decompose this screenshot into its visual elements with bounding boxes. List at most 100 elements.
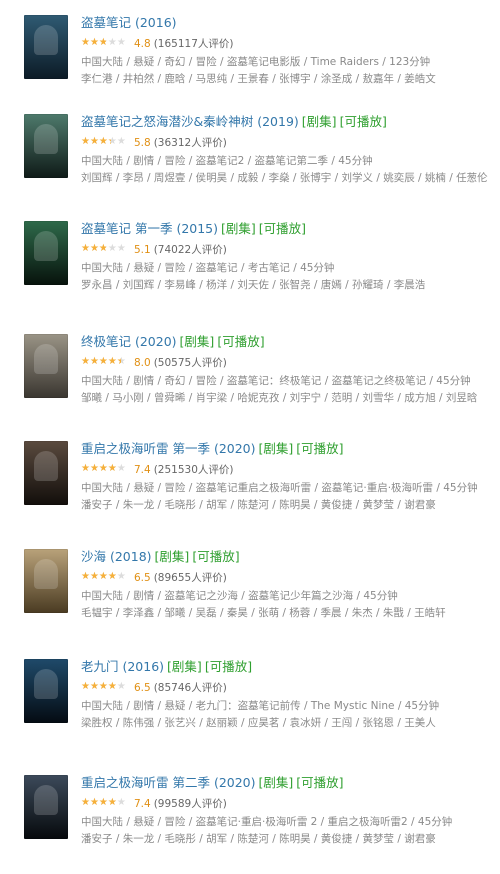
result-title: 重启之极海听雷 第二季 (2020) [剧集] [可播放]	[81, 775, 492, 793]
meta-cast: 潘安子 / 朱一龙 / 毛晓彤 / 胡军 / 陈楚河 / 陈明昊 / 黄俊捷 /…	[81, 833, 436, 845]
tag-series[interactable]: [剧集]	[259, 441, 294, 456]
poster-figure	[34, 344, 58, 374]
rating-score: 6.5	[134, 572, 151, 584]
meta-genres: 中国大陆 / 剧情 / 奇幻 / 冒险 / 盗墓笔记：终极笔记 / 盗墓笔记之终…	[81, 375, 471, 387]
meta-genres: 中国大陆 / 悬疑 / 奇幻 / 冒险 / 盗墓笔记电影版 / Time Rai…	[81, 56, 431, 68]
tag-series[interactable]: [剧集]	[259, 775, 294, 790]
tag-series[interactable]: [剧集]	[155, 549, 190, 564]
meta-genres: 中国大陆 / 悬疑 / 冒险 / 盗墓笔记重启之极海听雷 / 盗墓笔记·重启·极…	[81, 482, 478, 494]
rating-stars: ★★★★★★★★★★	[81, 356, 126, 367]
rating-score: 7.4	[134, 464, 151, 476]
rating-score: 6.5	[134, 682, 151, 694]
tag-playable[interactable]: [可播放]	[205, 659, 252, 674]
result-title: 盗墓笔记 (2016)	[81, 15, 492, 33]
rating-votes: (89655人评价)	[153, 572, 227, 584]
meta-cast: 刘国辉 / 李昂 / 周煜壹 / 侯明昊 / 成毅 / 李燊 / 张博宇 / 刘…	[81, 172, 488, 184]
tag-series[interactable]: [剧集]	[221, 221, 256, 236]
meta-cast: 梁胜权 / 陈伟强 / 张艺兴 / 赵丽颖 / 应昊茗 / 袁冰妍 / 王闯 /…	[81, 717, 436, 729]
rating-score: 7.4	[134, 798, 151, 810]
title-link[interactable]: 终极笔记 (2020)	[81, 334, 177, 349]
result-item: 盗墓笔记 (2016) ★★★★★★★★★★ 4.8(165117人评价) 中国大…	[0, 15, 500, 99]
result-item: 老九门 (2016)[剧集][可播放] ★★★★★★★★★★ 6.5(85746人…	[0, 659, 500, 743]
rating-stars: ★★★★★★★★★★	[81, 37, 126, 48]
poster-figure	[34, 231, 58, 261]
rating-votes: (74022人评价)	[153, 244, 227, 256]
result-title: 老九门 (2016) [剧集] [可播放]	[81, 659, 492, 677]
search-results-list: 盗墓笔记 (2016) ★★★★★★★★★★ 4.8(165117人评价) 中国大…	[0, 0, 500, 874]
tag-playable[interactable]: [可播放]	[217, 334, 264, 349]
result-title: 重启之极海听雷 第一季 (2020) [剧集] [可播放]	[81, 441, 492, 459]
meta-cast: 罗永昌 / 刘国辉 / 李易峰 / 杨洋 / 刘天佐 / 张智尧 / 唐嫣 / …	[81, 279, 426, 291]
rating-score: 5.1	[134, 244, 151, 256]
tag-playable[interactable]: [可播放]	[340, 114, 387, 129]
result-item: 盗墓笔记 第一季 (2015)[剧集][可播放] ★★★★★★★★★★ 5.1(7…	[0, 221, 500, 305]
tag-playable[interactable]: [可播放]	[296, 441, 343, 456]
poster-image[interactable]	[24, 549, 68, 613]
poster-figure	[34, 124, 58, 154]
rating-votes: (99589人评价)	[153, 798, 227, 810]
meta-genres: 中国大陆 / 悬疑 / 冒险 / 盗墓笔记 / 考古笔记 / 45分钟	[81, 262, 335, 274]
rating-row: ★★★★★★★★★★ 4.8(165117人评价)	[81, 37, 492, 51]
poster-figure	[34, 25, 58, 55]
rating-score: 8.0	[134, 357, 151, 369]
tag-playable[interactable]: [可播放]	[192, 549, 239, 564]
title-link[interactable]: 盗墓笔记之怒海潜沙&秦岭神树 (2019)	[81, 114, 299, 129]
rating-stars: ★★★★★★★★★★	[81, 243, 126, 254]
rating-votes: (85746人评价)	[153, 682, 227, 694]
result-item: 重启之极海听雷 第二季 (2020)[剧集][可播放] ★★★★★★★★★★ 7.…	[0, 775, 500, 859]
rating-votes: (165117人评价)	[153, 38, 234, 50]
result-item: 沙海 (2018)[剧集][可播放] ★★★★★★★★★★ 6.5(89655人评…	[0, 549, 500, 633]
meta-cast: 邹曦 / 马小刚 / 曾舜晞 / 肖宇梁 / 哈妮克孜 / 刘宇宁 / 范明 /…	[81, 392, 478, 404]
rating-votes: (251530人评价)	[153, 464, 234, 476]
title-link[interactable]: 老九门 (2016)	[81, 659, 164, 674]
result-item: 盗墓笔记之怒海潜沙&秦岭神树 (2019)[剧集][可播放] ★★★★★★★★★…	[0, 114, 500, 198]
rating-score: 4.8	[134, 38, 151, 50]
rating-row: ★★★★★★★★★★ 7.4(251530人评价)	[81, 463, 492, 477]
tag-series[interactable]: [剧集]	[302, 114, 337, 129]
rating-votes: (50575人评价)	[153, 357, 227, 369]
rating-row: ★★★★★★★★★★ 5.1(74022人评价)	[81, 243, 492, 257]
poster-figure	[34, 451, 58, 481]
poster-figure	[34, 559, 58, 589]
title-link[interactable]: 盗墓笔记 第一季 (2015)	[81, 221, 218, 236]
rating-stars: ★★★★★★★★★★	[81, 797, 126, 808]
poster-image[interactable]	[24, 775, 68, 839]
result-item: 终极笔记 (2020)[剧集][可播放] ★★★★★★★★★★ 8.0(50575…	[0, 334, 500, 418]
poster-image[interactable]	[24, 334, 68, 398]
tag-series[interactable]: [剧集]	[167, 659, 202, 674]
poster-figure	[34, 785, 58, 815]
meta-cast: 潘安子 / 朱一龙 / 毛晓彤 / 胡军 / 陈楚河 / 陈明昊 / 黄俊捷 /…	[81, 499, 436, 511]
poster-figure	[34, 669, 58, 699]
title-link[interactable]: 盗墓笔记 (2016)	[81, 15, 177, 30]
tag-series[interactable]: [剧集]	[180, 334, 215, 349]
rating-score: 5.8	[134, 137, 151, 149]
rating-stars: ★★★★★★★★★★	[81, 571, 126, 582]
result-title: 盗墓笔记 第一季 (2015) [剧集] [可播放]	[81, 221, 492, 239]
meta-cast: 李仁港 / 井柏然 / 鹿晗 / 马思纯 / 王景春 / 张博宇 / 涂圣成 /…	[81, 73, 436, 85]
result-title: 沙海 (2018) [剧集] [可播放]	[81, 549, 492, 567]
poster-image[interactable]	[24, 15, 68, 79]
tag-playable[interactable]: [可播放]	[296, 775, 343, 790]
rating-stars: ★★★★★★★★★★	[81, 463, 126, 474]
meta-genres: 中国大陆 / 悬疑 / 冒险 / 盗墓笔记·重启·极海听雷 2 / 重启之极海听…	[81, 816, 453, 828]
result-item: 重启之极海听雷 第一季 (2020)[剧集][可播放] ★★★★★★★★★★ 7.…	[0, 441, 500, 525]
title-link[interactable]: 重启之极海听雷 第二季 (2020)	[81, 775, 256, 790]
poster-image[interactable]	[24, 114, 68, 178]
rating-row: ★★★★★★★★★★ 8.0(50575人评价)	[81, 356, 492, 370]
rating-stars: ★★★★★★★★★★	[81, 681, 126, 692]
poster-image[interactable]	[24, 221, 68, 285]
rating-row: ★★★★★★★★★★ 5.8(36312人评价)	[81, 136, 492, 150]
meta-genres: 中国大陆 / 剧情 / 冒险 / 盗墓笔记2 / 盗墓笔记第二季 / 45分钟	[81, 155, 373, 167]
title-link[interactable]: 沙海 (2018)	[81, 549, 152, 564]
meta-cast: 毛韫宇 / 李泽鑫 / 邹曦 / 吴磊 / 秦昊 / 张萌 / 杨蓉 / 季晨 …	[81, 607, 446, 619]
poster-image[interactable]	[24, 441, 68, 505]
title-link[interactable]: 重启之极海听雷 第一季 (2020)	[81, 441, 256, 456]
poster-image[interactable]	[24, 659, 68, 723]
result-title: 终极笔记 (2020) [剧集] [可播放]	[81, 334, 492, 352]
rating-stars: ★★★★★★★★★★	[81, 136, 126, 147]
meta-genres: 中国大陆 / 剧情 / 盗墓笔记之沙海 / 盗墓笔记少年篇之沙海 / 45分钟	[81, 590, 398, 602]
meta-genres: 中国大陆 / 剧情 / 悬疑 / 老九门：盗墓笔记前传 / The Mystic…	[81, 700, 440, 712]
tag-playable[interactable]: [可播放]	[259, 221, 306, 236]
rating-row: ★★★★★★★★★★ 6.5(85746人评价)	[81, 681, 492, 695]
result-title: 盗墓笔记之怒海潜沙&秦岭神树 (2019) [剧集] [可播放]	[81, 114, 492, 132]
